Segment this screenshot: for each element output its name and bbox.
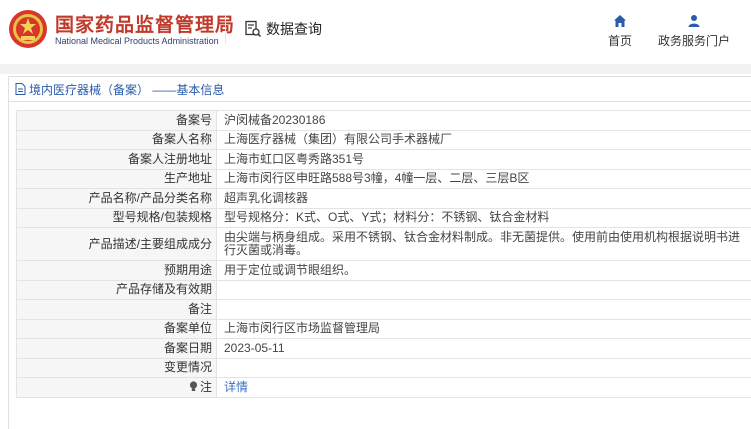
brand-title-en: National Medical Products Administration <box>55 36 219 46</box>
emblem-logo <box>9 10 47 48</box>
row-value: 由尖端与柄身组成。采用不锈钢、钛合金材料制成。非无菌提供。使用前由使用机构根据说… <box>216 227 751 261</box>
row-label: 产品存储及有效期 <box>16 279 217 300</box>
table-row: 备案日期 2023-05-11 <box>16 338 751 359</box>
nav-service-portal-label: 政务服务门户 <box>657 34 730 48</box>
panel-title-bar: 境内医疗器械（备案） ——基本信息 <box>9 77 751 102</box>
row-label: 型号规格/包装规格 <box>16 207 217 228</box>
table-row: 注 详情 <box>16 377 751 398</box>
row-label: 备案单位 <box>16 318 217 339</box>
row-label-note: 注 <box>16 377 217 398</box>
nav-home-label: 首页 <box>607 34 632 48</box>
row-label: 备案日期 <box>16 338 217 359</box>
table-row: 预期用途 用于定位或调节眼组织。 <box>16 260 751 281</box>
row-label: 生产地址 <box>16 168 217 189</box>
row-label: 预期用途 <box>16 260 217 281</box>
row-value: 沪闵械备20230186 <box>216 110 751 131</box>
document-icon <box>15 83 26 95</box>
table-row: 型号规格/包装规格 型号规格分：K式、O式、Y式；材料分：不锈钢、钛合金材料 <box>16 207 751 228</box>
table-row: 备案号 沪闵械备20230186 <box>16 110 751 131</box>
record-table: 备案号 沪闵械备20230186 备案人名称 上海医疗器械（集团）有限公司手术器… <box>16 110 751 398</box>
row-value <box>216 357 751 378</box>
home-icon <box>614 15 626 27</box>
header-separator <box>0 64 751 74</box>
details-link[interactable]: 详情 <box>216 377 751 398</box>
table-row: 产品名称/产品分类名称 超声乳化调核器 <box>16 188 751 209</box>
row-value: 用于定位或调节眼组织。 <box>216 260 751 281</box>
data-query-link[interactable]: 数据查询 <box>244 17 322 41</box>
row-label: 备案号 <box>16 110 217 131</box>
brand-title-cn: 国家药品监督管理局 <box>55 15 236 36</box>
table-row: 备案人名称 上海医疗器械（集团）有限公司手术器械厂 <box>16 129 751 150</box>
table-row: 变更情况 <box>16 357 751 378</box>
row-value: 上海市闵行区申旺路588号3幢，4幢一层、二层、三层B区 <box>216 168 751 189</box>
row-value: 上海市闵行区市场监督管理局 <box>216 318 751 339</box>
table-row: 产品描述/主要组成成分 由尖端与柄身组成。采用不锈钢、钛合金材料制成。非无菌提供… <box>16 227 751 261</box>
row-value: 2023-05-11 <box>216 338 751 359</box>
nav-service-portal[interactable]: 政务服务门户 <box>654 14 734 50</box>
user-icon <box>688 15 700 27</box>
record-panel: 境内医疗器械（备案） ——基本信息 备案号 沪闵械备20230186 备案人名称… <box>8 76 751 429</box>
panel-title: 境内医疗器械（备案） ——基本信息 <box>29 82 225 97</box>
row-value <box>216 299 751 320</box>
lightbulb-icon <box>189 381 198 391</box>
row-value <box>216 279 751 300</box>
row-label: 备注 <box>16 299 217 320</box>
document-search-icon <box>245 20 262 38</box>
row-label: 备案人注册地址 <box>16 149 217 170</box>
table-row: 备注 <box>16 299 751 320</box>
row-value: 超声乳化调核器 <box>216 188 751 209</box>
row-label: 产品名称/产品分类名称 <box>16 188 217 209</box>
row-value: 型号规格分：K式、O式、Y式；材料分：不锈钢、钛合金材料 <box>216 207 751 228</box>
table-row: 生产地址 上海市闵行区申旺路588号3幢，4幢一层、二层、三层B区 <box>16 168 751 189</box>
row-value: 上海医疗器械（集团）有限公司手术器械厂 <box>216 129 751 150</box>
table-row: 备案人注册地址 上海市虹口区粤秀路351号 <box>16 149 751 170</box>
table-row: 产品存储及有效期 <box>16 279 751 300</box>
header-divider <box>225 14 226 44</box>
row-label: 备案人名称 <box>16 129 217 150</box>
table-row: 备案单位 上海市闵行区市场监督管理局 <box>16 318 751 339</box>
row-label: 产品描述/主要组成成分 <box>16 227 217 261</box>
row-value: 上海市虹口区粤秀路351号 <box>216 149 751 170</box>
nav-home[interactable]: 首页 <box>600 14 640 50</box>
row-label: 变更情况 <box>16 357 217 378</box>
data-query-label: 数据查询 <box>266 21 322 37</box>
note-label: 注 <box>199 379 212 394</box>
site-header: 国家药品监督管理局 National Medical Products Admi… <box>0 0 751 64</box>
